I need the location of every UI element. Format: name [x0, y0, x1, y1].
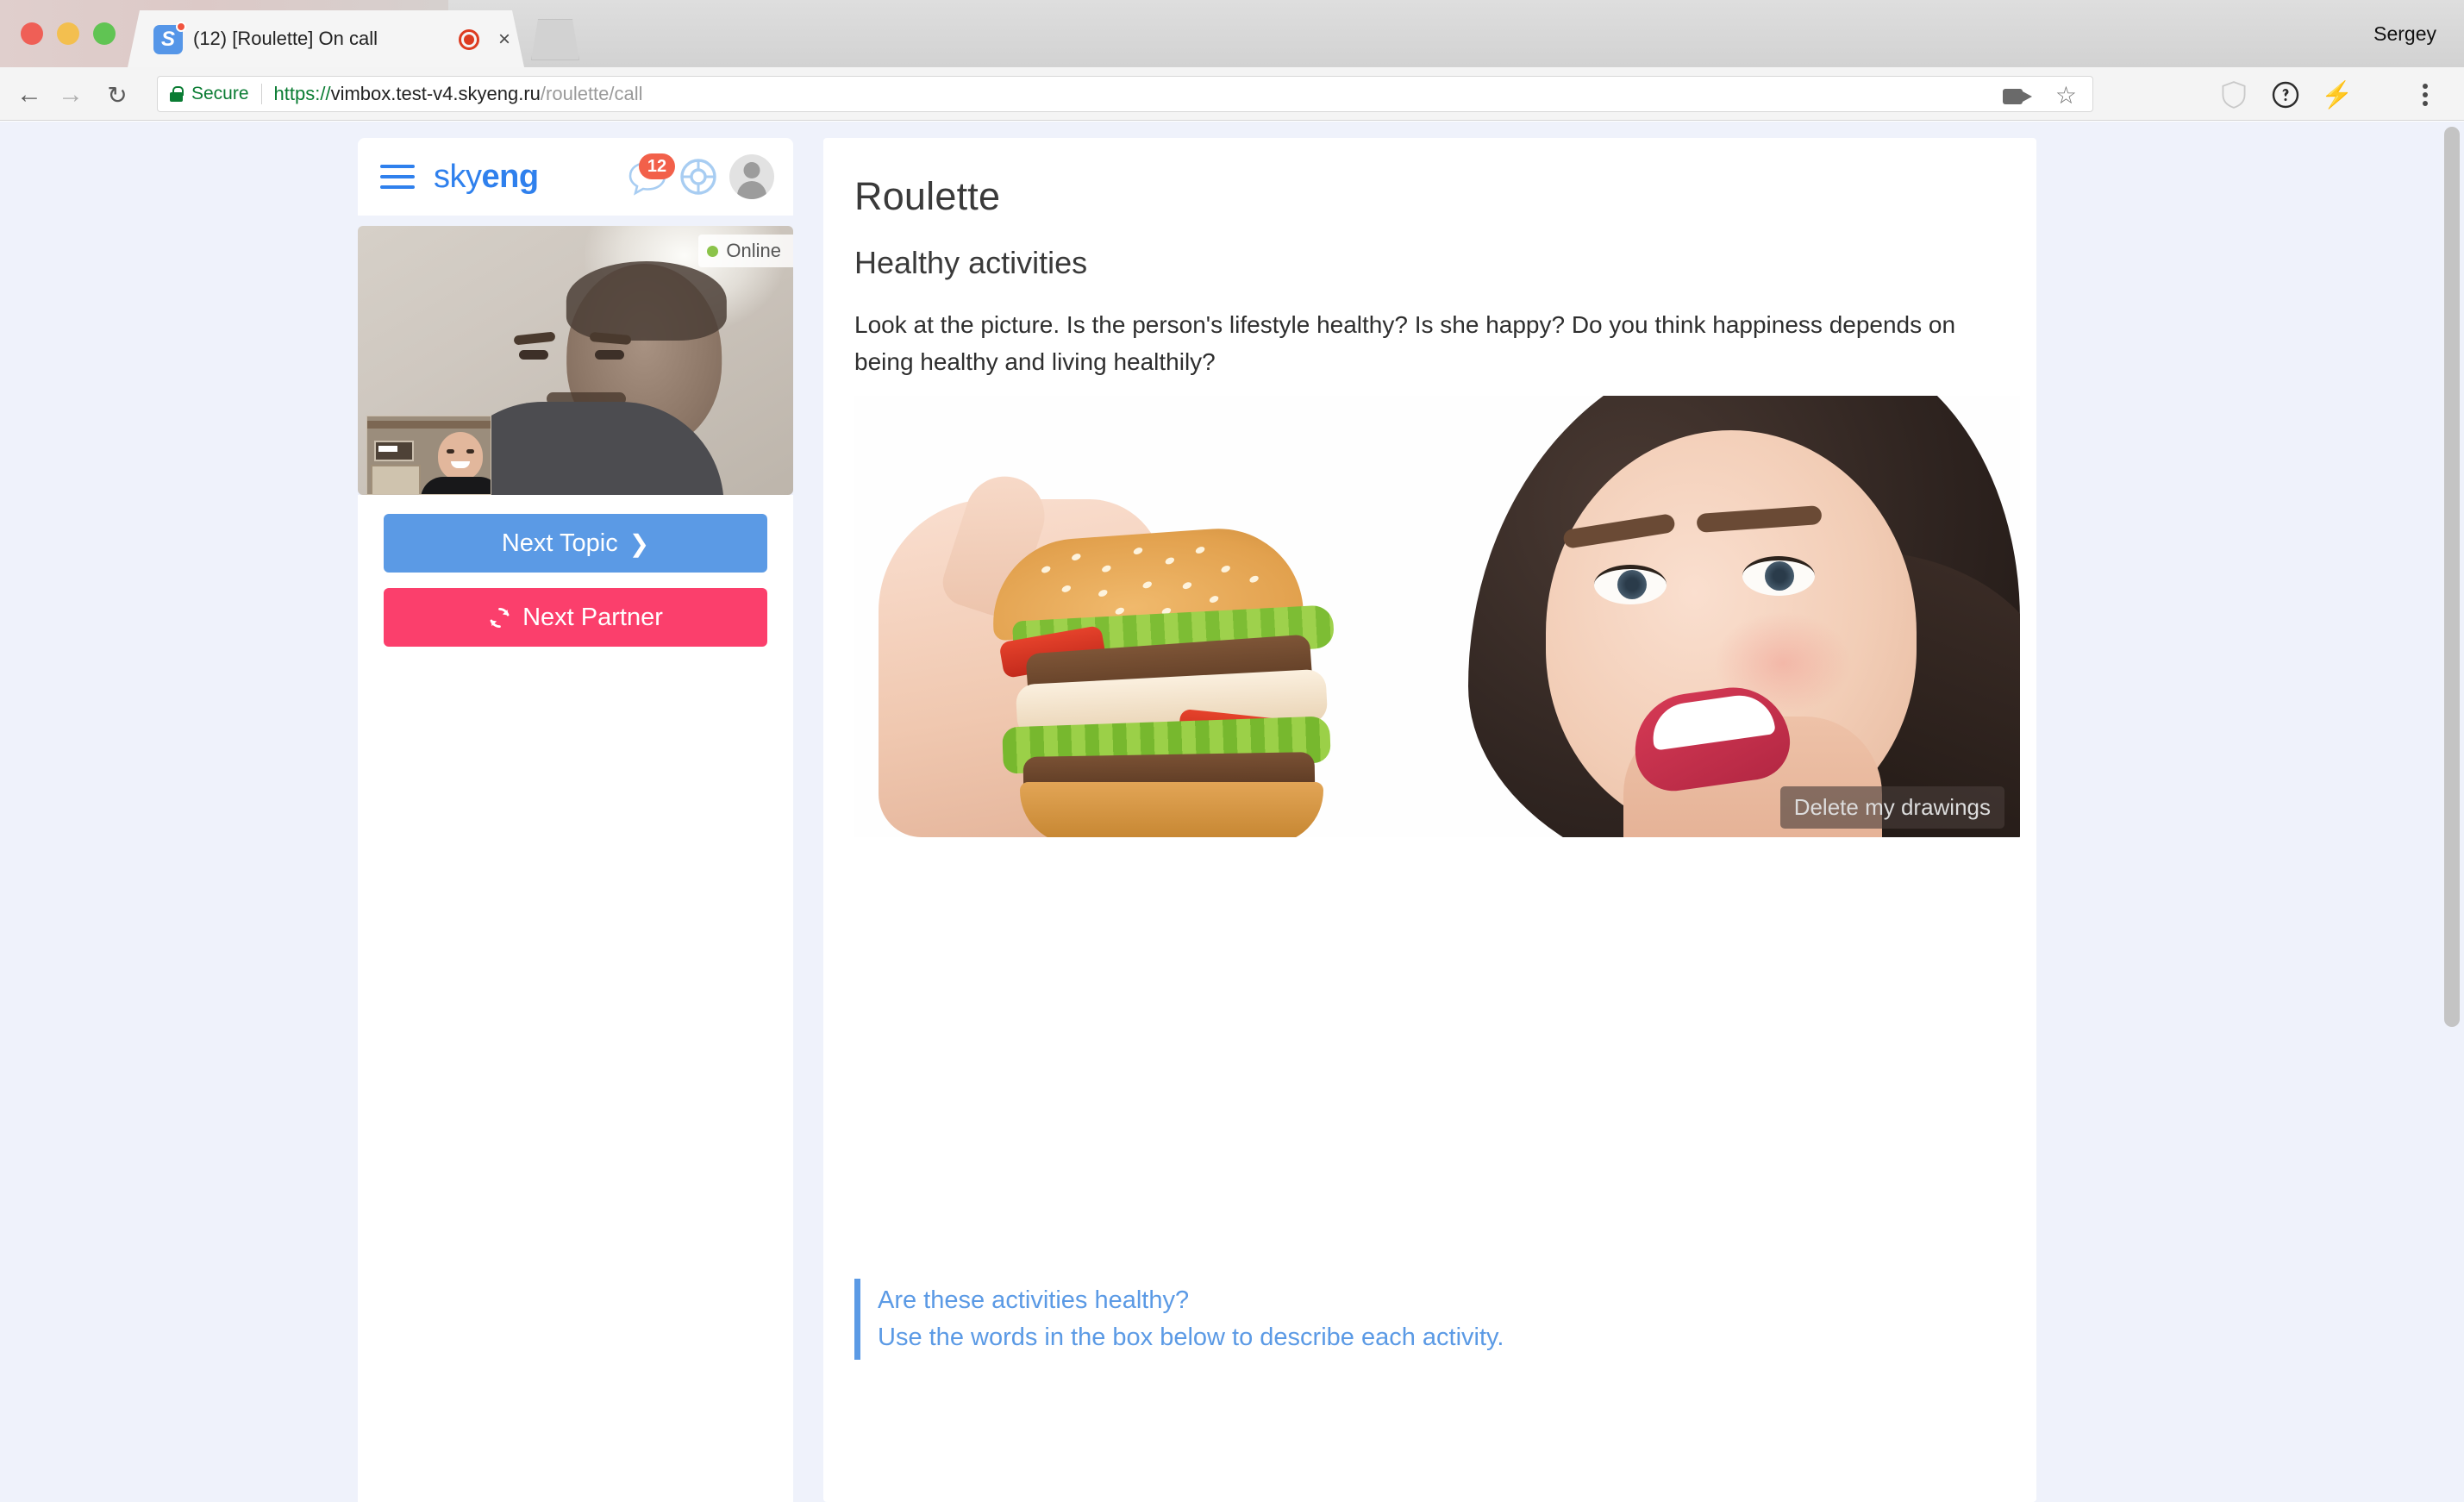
delete-my-drawings-button[interactable]: Delete my drawings — [1779, 786, 2004, 829]
app-header: skyeng 12 — [358, 138, 793, 216]
refresh-icon — [490, 607, 510, 628]
lesson-prompt: Look at the picture. Is the person's lif… — [854, 311, 1956, 375]
model-iris-right — [1765, 561, 1794, 591]
page-viewport: skyeng 12 Online Next Topic ❯ Next Partn… — [0, 122, 2464, 1502]
lightning-bolt-icon[interactable]: ⚡ — [2321, 79, 2354, 110]
video-camera-icon[interactable] — [2003, 86, 2032, 107]
back-icon[interactable]: ← — [14, 79, 45, 110]
pip-window — [374, 441, 414, 461]
recording-icon[interactable] — [459, 29, 479, 50]
skyeng-logo[interactable]: skyeng — [434, 159, 539, 196]
browser-window: S (12) [Roulette] On call × Sergey ← → ↻… — [0, 0, 2464, 1502]
header-icon-group: 12 — [628, 138, 774, 216]
task-instruction-block: Are these activities healthy? Use the wo… — [854, 1279, 2001, 1360]
url-host: vimbox.test-v4.skyeng.ru — [330, 83, 541, 104]
task-instruction-line-2: Use the words in the box below to descri… — [878, 1323, 1504, 1351]
logo-text-sky: sky — [434, 158, 482, 195]
window-traffic-lights — [21, 22, 116, 45]
status-badge: Online — [698, 235, 793, 267]
app-sidebar: skyeng 12 Online Next Topic ❯ Next Partn… — [358, 138, 793, 1502]
minimize-window-button[interactable] — [57, 22, 79, 45]
secure-label: Secure — [191, 84, 249, 103]
vertical-scrollbar[interactable] — [2440, 122, 2464, 1502]
remote-eye-right — [594, 349, 624, 360]
pip-ceiling-beam — [367, 421, 491, 429]
next-partner-button[interactable]: Next Partner — [384, 588, 767, 647]
burger-illustration — [982, 523, 1353, 838]
browser-tab[interactable]: S (12) [Roulette] On call × — [128, 10, 524, 67]
browser-toolbar: ← → ↻ Secure https://vimbox.test-v4.skye… — [0, 67, 2464, 121]
browser-titlebar: S (12) [Roulette] On call × Sergey — [0, 0, 2464, 67]
one-password-icon[interactable] — [2269, 79, 2302, 110]
self-preview-video[interactable] — [366, 416, 491, 495]
address-bar[interactable]: Secure https://vimbox.test-v4.skyeng.ru/… — [157, 76, 2093, 112]
page-right-padding — [2061, 122, 2440, 1502]
user-avatar[interactable] — [729, 154, 774, 199]
close-window-button[interactable] — [21, 22, 43, 45]
lesson-panel: Roulette Healthy activities Look at the … — [823, 138, 2036, 1502]
remote-brow-left — [513, 331, 555, 346]
model-iris-left — [1617, 570, 1647, 600]
burger-bottom-bun — [1020, 782, 1323, 838]
pip-eyes — [445, 449, 476, 454]
url-text: https://vimbox.test-v4.skyeng.ru/roulett… — [274, 83, 643, 105]
window-user-label: Sergey — [2373, 22, 2436, 45]
remote-hair — [566, 260, 727, 341]
tab-title: (12) [Roulette] On call — [193, 28, 378, 49]
sidebar-actions: Next Topic ❯ Next Partner — [358, 495, 793, 1502]
next-topic-label: Next Topic — [501, 529, 618, 557]
lesson-image[interactable]: Delete my drawings — [854, 396, 2020, 838]
task-instruction-line-1: Are these activities healthy? — [878, 1286, 1190, 1314]
omnibox-divider — [260, 84, 262, 104]
new-tab-button[interactable] — [531, 19, 579, 60]
pip-torso — [421, 477, 491, 494]
forward-icon[interactable]: → — [55, 79, 86, 110]
scrollbar-thumb[interactable] — [2444, 127, 2460, 1027]
online-status-dot — [707, 245, 719, 257]
logo-text-eng: eng — [481, 158, 540, 195]
lesson-subtitle: Healthy activities — [854, 245, 1088, 280]
three-dots-menu-icon[interactable] — [2409, 79, 2442, 110]
next-partner-label: Next Partner — [522, 603, 663, 631]
page-title: Roulette — [854, 174, 1001, 218]
pip-face — [438, 432, 483, 480]
url-scheme: https:// — [273, 83, 331, 104]
lifebuoy-icon[interactable] — [679, 158, 717, 196]
chat-bubble-icon[interactable]: 12 — [628, 153, 675, 196]
lock-icon — [170, 86, 184, 102]
star-icon[interactable]: ☆ — [2055, 84, 2077, 108]
pip-door — [371, 465, 421, 494]
url-path: /roulette/call — [540, 83, 643, 104]
chevron-right-icon: ❯ — [629, 529, 650, 557]
maximize-window-button[interactable] — [93, 22, 116, 45]
remote-eye-left — [518, 349, 548, 360]
reload-icon[interactable]: ↻ — [102, 79, 133, 110]
hamburger-menu-icon[interactable] — [380, 165, 415, 189]
remote-participant-video[interactable]: Online — [358, 226, 793, 495]
close-icon[interactable]: × — [493, 28, 516, 51]
favicon-notification-dot — [176, 22, 186, 32]
skyeng-favicon: S — [153, 25, 183, 54]
shield-icon[interactable] — [2217, 79, 2250, 110]
next-topic-button[interactable]: Next Topic ❯ — [384, 514, 767, 573]
chat-unread-badge: 12 — [639, 153, 675, 179]
status-badge-label: Online — [726, 240, 781, 261]
